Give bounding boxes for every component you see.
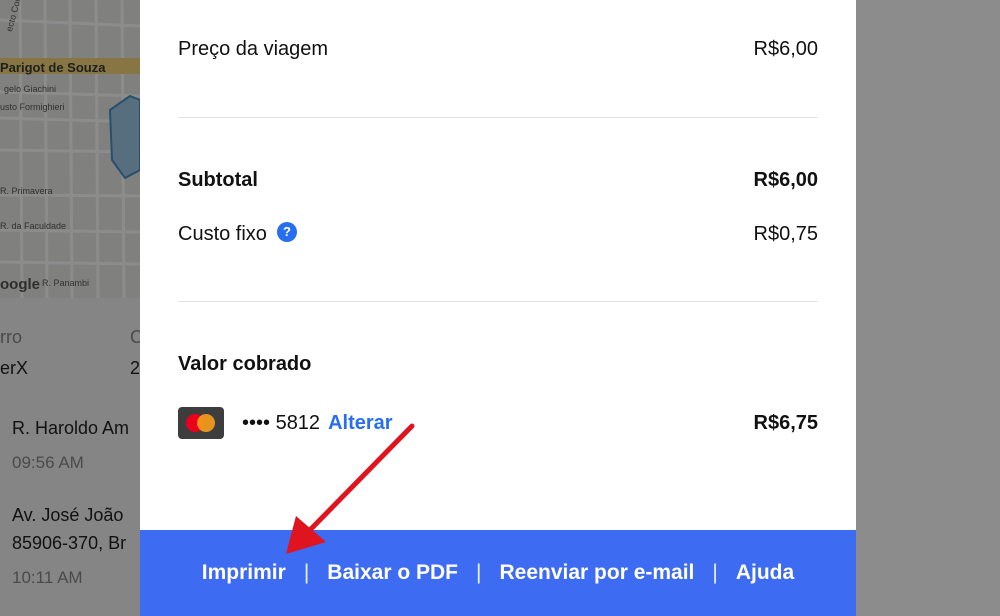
map-main-street: Parigot de Souza	[0, 60, 106, 75]
distance-value: 2	[130, 358, 141, 378]
subtotal-value: R$6,00	[753, 169, 819, 191]
change-payment-link[interactable]: Alterar	[328, 412, 392, 435]
fixed-fee-label: Custo fixo	[178, 223, 267, 245]
fixed-fee-value: R$0,75	[753, 223, 819, 245]
card-number: •••• 5812	[242, 411, 321, 434]
fixed-fee-row: Custo fixo? R$0,75	[178, 221, 819, 246]
payment-row: •••• 5812 Alterar R$6,75	[178, 407, 818, 439]
mastercard-icon	[178, 407, 224, 439]
background-page-right	[856, 0, 1000, 616]
help-icon[interactable]: ?	[276, 221, 297, 242]
separator: |	[303, 561, 310, 584]
receipt-actions-bar: Imprimir | Baixar o PDF | Reenviar por e…	[140, 530, 856, 616]
map-label: R. Primavera	[0, 186, 53, 196]
map-label: R. Panambi	[42, 278, 90, 288]
receipt-modal: Preço da viagem R$6,00 Subtotal R$6,00 C…	[140, 0, 856, 616]
map-label: gelo Giachini	[4, 84, 57, 94]
vehicle-value: erX	[0, 358, 29, 378]
trip-price-value: R$6,00	[753, 38, 819, 60]
subtotal-row: Subtotal R$6,00	[178, 169, 818, 192]
trip-map: Parigot de Souza ecto Cora gelo Giachini…	[0, 0, 140, 298]
map-label: usto Formighieri	[0, 102, 65, 112]
print-link[interactable]: Imprimir	[202, 561, 286, 585]
charged-label: Valor cobrado	[178, 353, 312, 375]
resend-email-link[interactable]: Reenviar por e-mail	[499, 561, 694, 585]
vehicle-label: rro	[0, 327, 22, 347]
trip-price-row: Preço da viagem R$6,00	[178, 38, 818, 61]
google-logo: oogle	[0, 276, 40, 293]
divider	[178, 301, 818, 302]
separator: |	[476, 561, 482, 584]
pickup-address: R. Haroldo Am	[12, 418, 130, 438]
divider	[178, 117, 818, 118]
pickup-time: 09:56 AM	[12, 453, 84, 472]
map-streets	[0, 0, 140, 298]
subtotal-label: Subtotal	[178, 169, 258, 191]
separator: |	[712, 561, 718, 584]
help-link[interactable]: Ajuda	[736, 561, 794, 585]
download-pdf-link[interactable]: Baixar o PDF	[327, 561, 458, 585]
background-page-left: Parigot de Souza ecto Cora gelo Giachini…	[0, 0, 143, 616]
dropoff-address: Av. José João	[12, 505, 124, 525]
dropoff-time: 10:11 AM	[12, 568, 83, 587]
dropoff-address-line2: 85906-370, Br	[12, 533, 127, 553]
trip-price-label: Preço da viagem	[178, 38, 329, 60]
charged-value: R$6,75	[753, 411, 819, 434]
charged-row: Valor cobrado	[178, 353, 818, 376]
map-label: R. da Faculdade	[0, 221, 67, 231]
